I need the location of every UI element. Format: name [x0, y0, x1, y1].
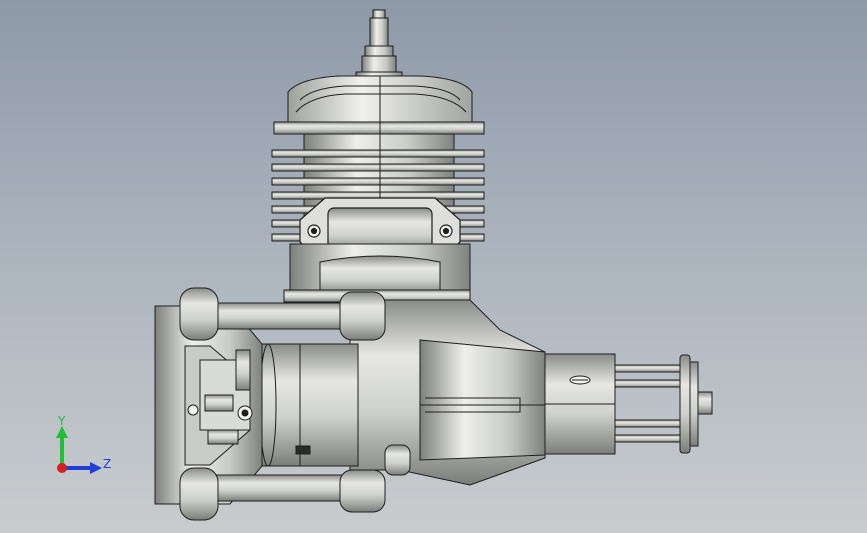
- prop-drive[interactable]: [614, 354, 713, 454]
- engine-model[interactable]: [0, 0, 867, 533]
- front-housing[interactable]: [544, 353, 616, 455]
- cylinder-head[interactable]: [287, 75, 473, 123]
- z-axis-label: Z: [103, 457, 112, 471]
- spark-plug[interactable]: [355, 9, 403, 81]
- intake-housing[interactable]: [259, 343, 359, 467]
- z-axis-arrowhead: [90, 462, 102, 474]
- x-axis-dot: [57, 463, 67, 473]
- y-axis-label: Y: [58, 414, 66, 428]
- graphics-viewport[interactable]: Y Z: [0, 0, 867, 533]
